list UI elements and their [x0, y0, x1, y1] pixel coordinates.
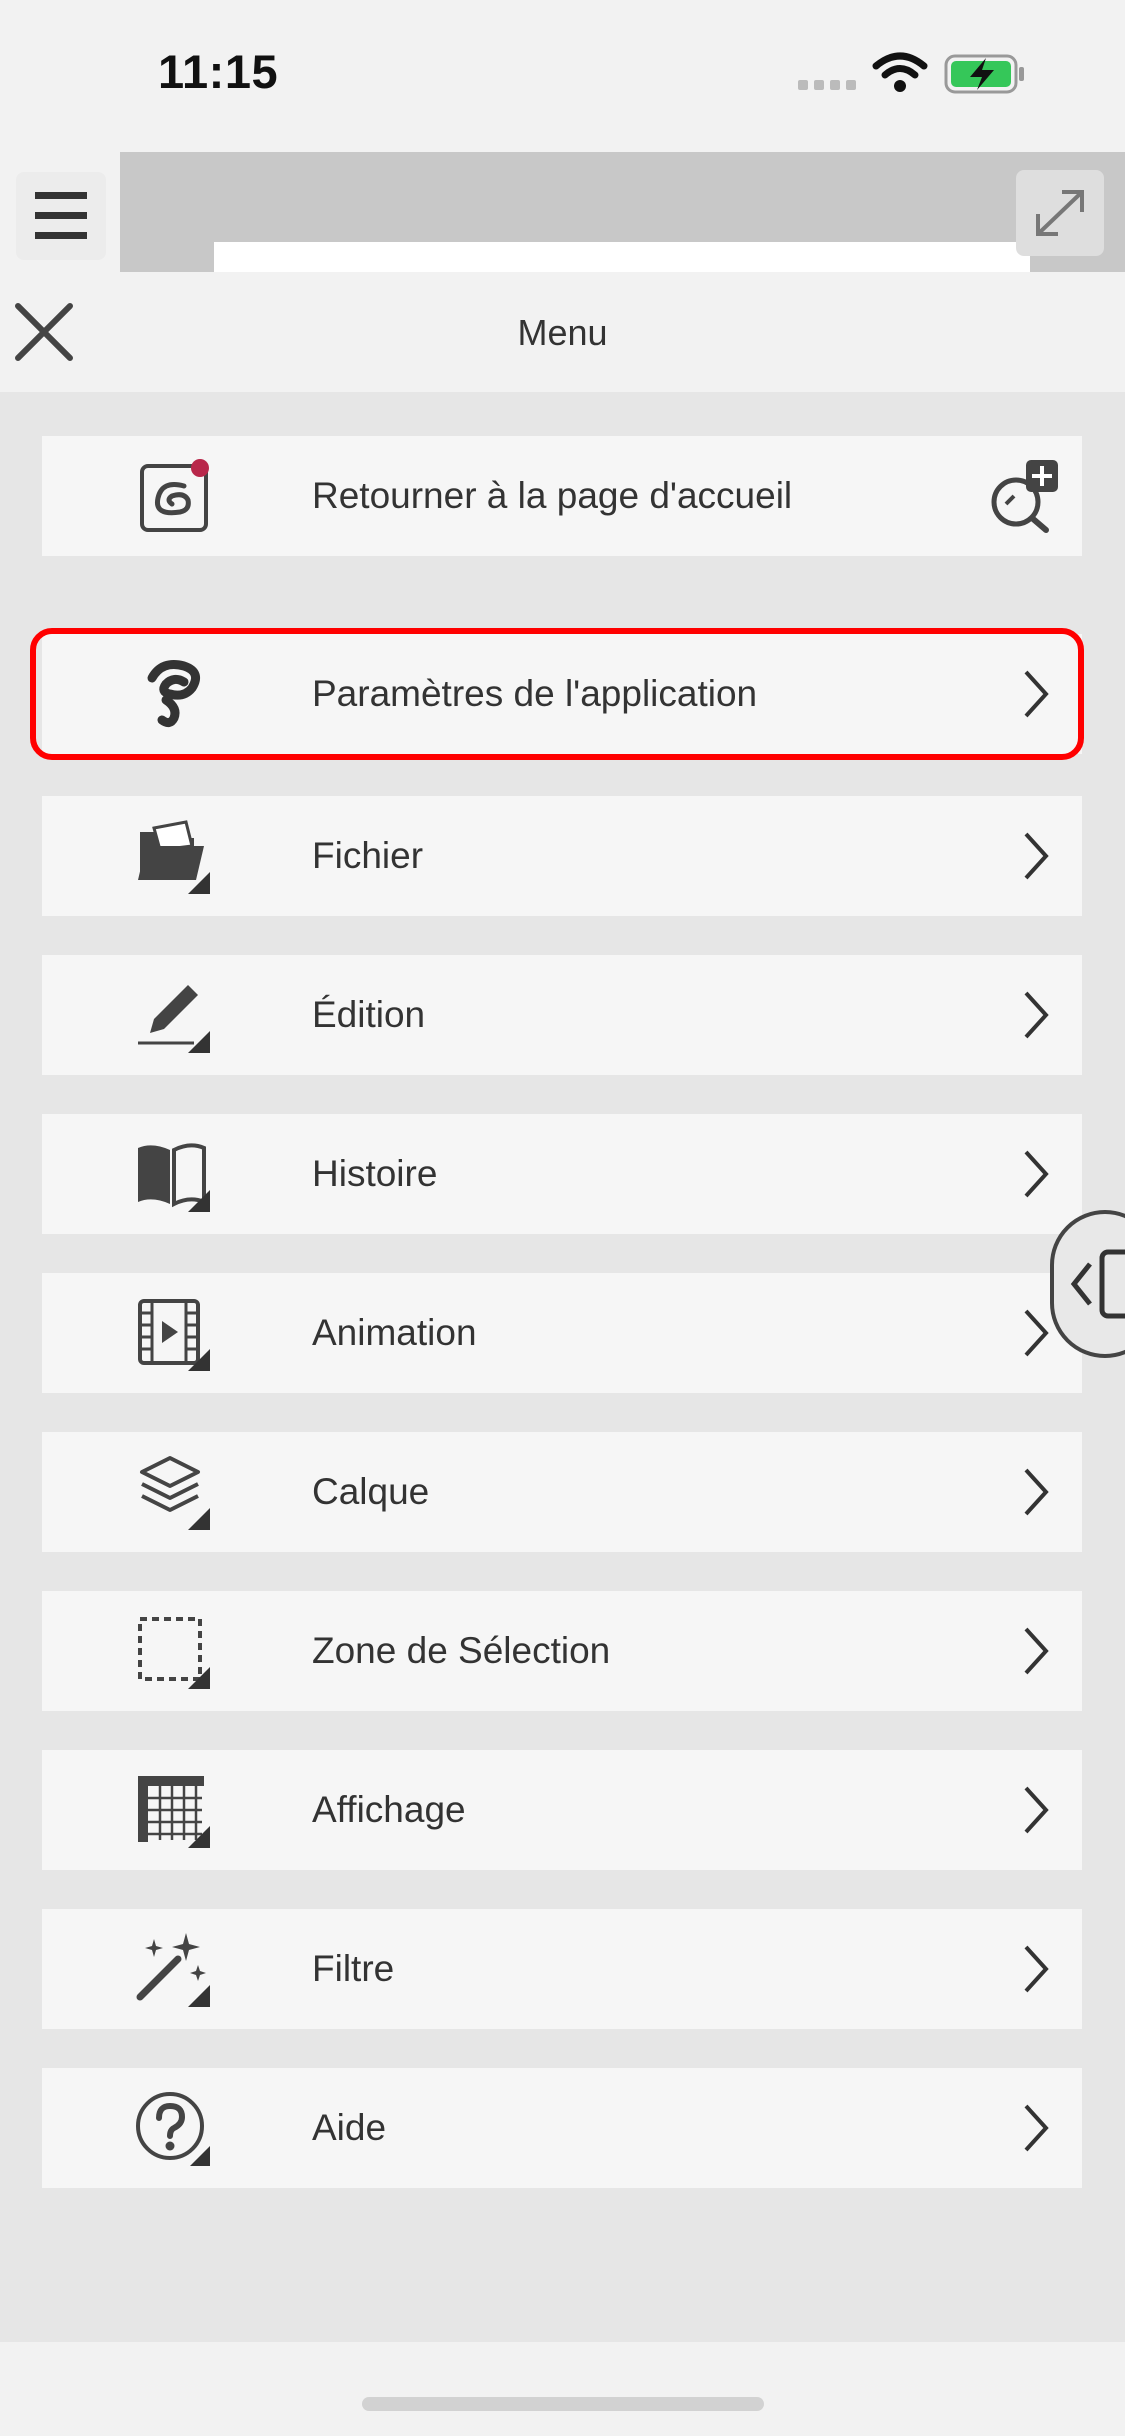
chevron-right-icon	[1024, 832, 1049, 880]
film-icon	[138, 1299, 210, 1371]
expand-button[interactable]	[1016, 170, 1104, 256]
hamburger-menu-button[interactable]	[16, 172, 106, 260]
menu-item-story[interactable]: Histoire	[42, 1114, 1082, 1234]
expand-icon	[1036, 190, 1084, 236]
menu-item-label: Zone de Sélection	[312, 1630, 611, 1671]
menu-item-label: Calque	[312, 1471, 430, 1512]
chevron-right-icon	[1024, 1786, 1049, 1834]
menu-item-label: Fichier	[312, 835, 424, 876]
battery-charging-icon	[944, 54, 1024, 94]
menu-item-file[interactable]: Fichier	[42, 796, 1082, 916]
menu-item-label: Filtre	[312, 1948, 395, 1989]
highlight-box	[30, 628, 1084, 760]
layers-icon	[140, 1456, 210, 1530]
menu-item-edit[interactable]: Édition	[42, 955, 1082, 1075]
home-app-icon	[140, 459, 209, 532]
menu-item-home[interactable]: Retourner à la page d'accueil	[42, 436, 1082, 556]
menu-item-layer[interactable]: Calque	[42, 1432, 1082, 1552]
menu-item-label: Aide	[312, 2107, 387, 2148]
menu-item-label: Histoire	[312, 1153, 438, 1194]
chevron-right-icon	[1024, 1468, 1049, 1516]
pencil-icon	[138, 985, 210, 1053]
bottom-area	[0, 2342, 1125, 2436]
folder-icon	[138, 820, 210, 894]
status-time: 11:15	[158, 45, 279, 98]
menu-item-filter[interactable]: Filtre	[42, 1909, 1082, 2029]
wifi-icon	[872, 52, 928, 92]
grid-icon	[138, 1776, 210, 1848]
menu-item-label: Animation	[312, 1312, 477, 1353]
menu-item-view[interactable]: Affichage	[42, 1750, 1082, 1870]
selection-icon	[138, 1617, 210, 1689]
menu-item-help[interactable]: Aide	[42, 2068, 1082, 2188]
home-indicator[interactable]	[362, 2397, 764, 2411]
magic-wand-icon	[136, 1933, 210, 2007]
book-icon	[138, 1143, 210, 1212]
chevron-right-icon	[1024, 1627, 1049, 1675]
menu-item-label: Édition	[312, 994, 426, 1035]
menu-item-selection-area[interactable]: Zone de Sélection	[42, 1591, 1082, 1711]
side-panel-toggle[interactable]	[1050, 1210, 1125, 1358]
zoom-plus-icon[interactable]	[986, 458, 1062, 534]
menu-title: Menu	[517, 312, 608, 353]
menu-item-label: Retourner à la page d'accueil	[312, 475, 793, 516]
hamburger-icon	[35, 192, 87, 239]
help-icon	[136, 2092, 210, 2166]
cellular-signal-icon	[798, 80, 856, 90]
menu-item-animation[interactable]: Animation	[42, 1273, 1082, 1393]
menu-item-label: Affichage	[312, 1789, 466, 1830]
panel-toggle-icon	[1070, 1249, 1125, 1319]
chevron-right-icon	[1024, 1150, 1049, 1198]
chevron-right-icon	[1024, 1945, 1049, 1993]
chevron-right-icon	[1024, 2104, 1049, 2152]
chevron-right-icon	[1024, 991, 1049, 1039]
